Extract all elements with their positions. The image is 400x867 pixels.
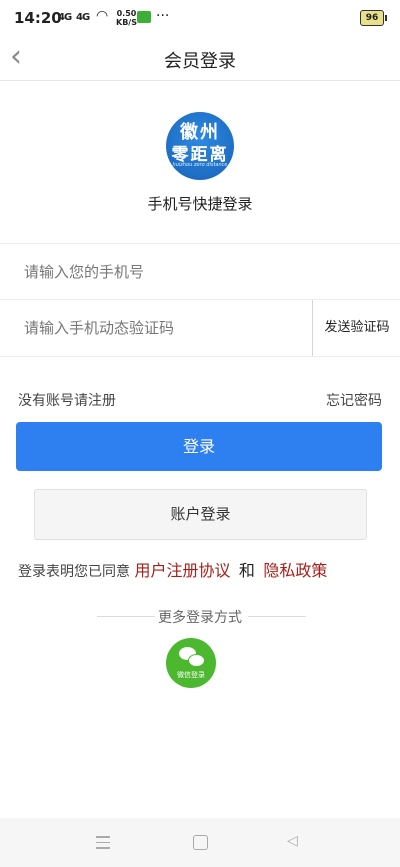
signal-4g-icon-2: 4G (76, 12, 90, 23)
app-logo: 徽州 零距离 huizhou zero distance (166, 112, 234, 180)
forgot-password-link[interactable]: 忘记密码 (326, 390, 382, 410)
logo-line3: huizhou zero distance (172, 162, 228, 168)
menu-icon[interactable] (96, 836, 110, 853)
nav-bar: ‹ 会员登录 (0, 36, 400, 81)
net-speed-value: 0.50 (116, 9, 137, 18)
status-time: 14:20 (14, 9, 62, 27)
account-login-button[interactable]: 账户登录 (34, 489, 367, 540)
signal-4g-icon: 4G (58, 12, 72, 23)
login-subtitle: 手机号快捷登录 (147, 195, 253, 213)
send-code-button[interactable]: 发送验证码 (312, 300, 400, 356)
status-bar: 14:20 4G 4G ◠ 0.50 KB/S ··· 96 (0, 0, 400, 36)
wechat-icon-bubble (188, 654, 205, 667)
wechat-login-button[interactable]: 微信登录 (166, 638, 216, 688)
privacy-link[interactable]: 隐私政策 (263, 561, 327, 580)
phone-field-row (0, 243, 400, 300)
phone-input[interactable] (22, 244, 306, 300)
agreement-and: 和 (238, 561, 255, 580)
back-triangle-icon[interactable]: ◁ (287, 833, 298, 849)
net-speed-unit: KB/S (116, 18, 137, 27)
net-speed: 0.50 KB/S (116, 9, 137, 27)
more-login-label: 更多登录方式 (158, 610, 242, 626)
more-login-methods: 更多登录方式 (0, 607, 400, 627)
wifi-icon: ◠ (96, 8, 109, 24)
terms-link[interactable]: 用户注册协议 (134, 561, 230, 580)
more-notifications-icon: ··· (156, 8, 170, 24)
verification-code-input[interactable] (22, 300, 306, 356)
agreement-prefix: 登录表明您已同意 (18, 564, 130, 580)
battery-icon: 96 (360, 10, 387, 26)
wechat-login-label: 微信登录 (177, 671, 205, 679)
agreement-text: 登录表明您已同意 用户注册协议 和 隐私政策 (18, 557, 327, 581)
wechat-notification-icon (137, 11, 151, 23)
divider-right (248, 616, 306, 617)
page-title: 会员登录 (164, 51, 236, 72)
home-icon[interactable] (193, 835, 208, 850)
system-nav-bar: ◁ (0, 818, 400, 867)
register-link[interactable]: 没有账号请注册 (18, 390, 116, 410)
code-field-row: 发送验证码 (0, 299, 400, 357)
login-button[interactable]: 登录 (16, 422, 382, 471)
